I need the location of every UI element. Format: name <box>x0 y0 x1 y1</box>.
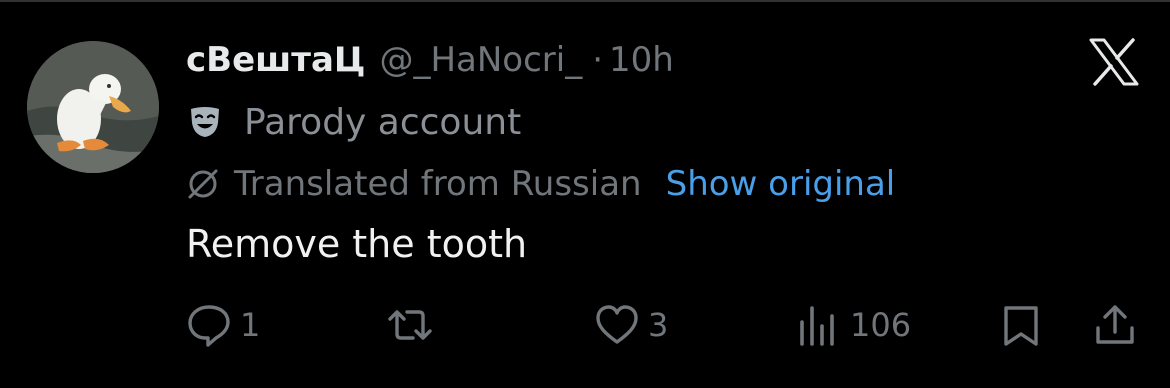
like-count: 3 <box>648 306 669 344</box>
user-handle[interactable]: @_HaNocri_ <box>379 40 582 80</box>
display-name[interactable]: сВештаЦ <box>186 40 365 80</box>
views-button[interactable]: 106 <box>796 300 911 350</box>
bookmark-button[interactable] <box>998 300 1044 350</box>
no-language-icon <box>188 169 218 199</box>
retweet-icon <box>388 310 432 340</box>
tweet-header: сВештаЦ @_HaNocri_ · 10h <box>186 40 674 86</box>
account-label: Parody account <box>188 100 521 144</box>
reply-button[interactable]: 1 <box>186 300 260 350</box>
avatar-image <box>27 41 159 173</box>
avatar[interactable] <box>27 41 159 173</box>
account-label-text: Parody account <box>244 101 522 143</box>
share-button[interactable] <box>1092 300 1138 350</box>
bookmark-icon <box>1004 306 1038 346</box>
tweet-text: Remove the tooth <box>186 222 528 266</box>
theater-mask-icon <box>191 107 219 137</box>
separator-dot: · <box>592 40 604 80</box>
translation-note: Translated from Russian <box>234 164 642 204</box>
translation-row: Translated from Russian Show original <box>186 162 895 206</box>
x-logo-icon <box>1089 38 1139 86</box>
post-time[interactable]: 10h <box>609 40 674 80</box>
views-count: 106 <box>850 306 912 344</box>
show-original-link[interactable]: Show original <box>666 164 896 204</box>
action-bar: 1 3 106 <box>0 300 1170 350</box>
heart-icon <box>596 305 638 344</box>
share-icon <box>1096 305 1134 344</box>
views-icon <box>800 306 834 346</box>
like-button[interactable]: 3 <box>594 300 668 350</box>
reply-icon <box>188 305 230 347</box>
reply-count: 1 <box>240 306 261 344</box>
top-divider <box>0 0 1170 2</box>
retweet-button[interactable] <box>387 300 441 350</box>
